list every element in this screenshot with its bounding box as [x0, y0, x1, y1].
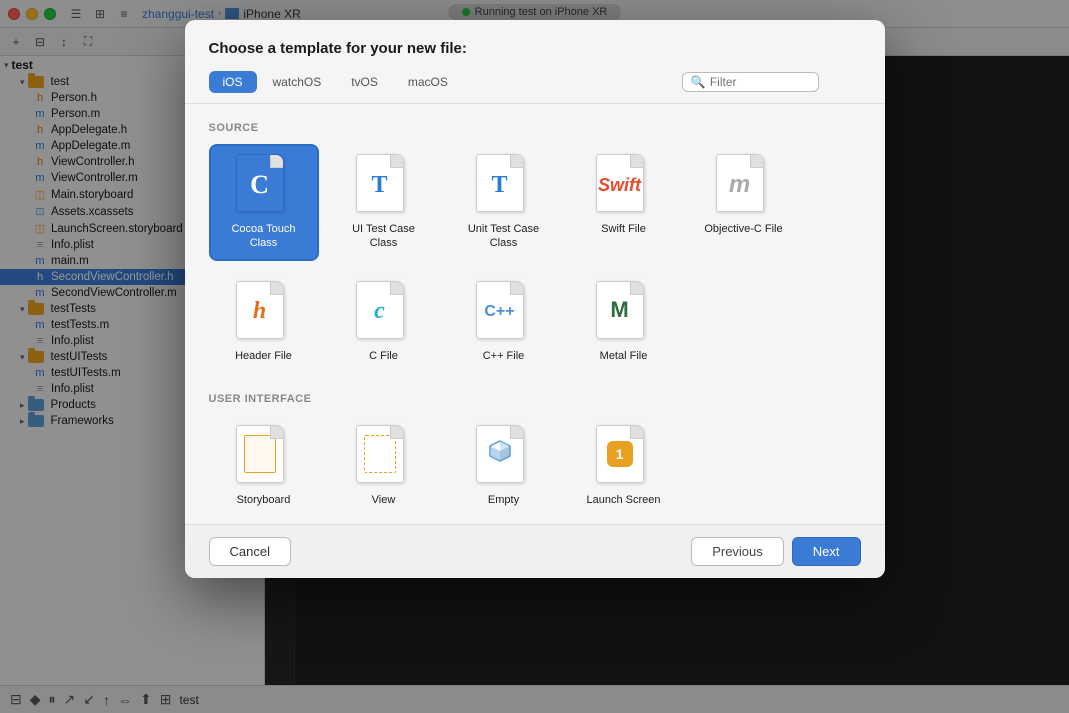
template-header[interactable]: h Header File [209, 271, 319, 373]
search-icon: 🔍 [691, 75, 706, 89]
template-empty[interactable]: Empty [449, 415, 559, 517]
previous-button[interactable]: Previous [691, 537, 784, 566]
ui-template-grid: Storyboard View [209, 415, 861, 517]
filter-box: 🔍 [682, 72, 819, 92]
ui-test-icon: T [356, 154, 412, 216]
template-name-c: C File [369, 349, 398, 363]
template-cocoa-touch[interactable]: C Cocoa Touch Class [209, 144, 319, 261]
template-name-ui-test: UI Test Case Class [339, 222, 429, 251]
ui-section-label: User Interface [209, 393, 861, 405]
objc-icon: m [716, 154, 772, 216]
template-view[interactable]: View [329, 415, 439, 517]
tab-ios[interactable]: iOS [209, 71, 257, 93]
empty-template-icon [476, 425, 532, 487]
header-icon: h [236, 281, 292, 343]
metal-icon: M [596, 281, 652, 343]
template-storyboard[interactable]: Storyboard [209, 415, 319, 517]
template-unit-test[interactable]: T Unit Test Case Class [449, 144, 559, 261]
new-file-modal: Choose a template for your new file: iOS… [185, 20, 885, 578]
template-swift[interactable]: Swift Swift File [569, 144, 679, 261]
template-name-objc: Objective-C File [704, 222, 782, 236]
modal-title: Choose a template for your new file: [209, 40, 861, 57]
next-button[interactable]: Next [792, 537, 861, 566]
modal-footer: Cancel Previous Next [185, 524, 885, 578]
template-name-cpp: C++ File [483, 349, 525, 363]
filter-input[interactable] [710, 75, 810, 89]
modal-header: Choose a template for your new file: iOS… [185, 20, 885, 104]
source-section-label: Source [209, 122, 861, 134]
modal-body: Source C Cocoa Touch Class T [185, 104, 885, 524]
template-name-empty: Empty [488, 493, 519, 507]
launch-template-icon: 1 [596, 425, 652, 487]
template-ui-test[interactable]: T UI Test Case Class [329, 144, 439, 261]
template-name-swift: Swift File [601, 222, 646, 236]
tab-watchos[interactable]: watchOS [259, 71, 336, 93]
template-name-view: View [372, 493, 396, 507]
template-objc[interactable]: m Objective-C File [689, 144, 799, 261]
template-cpp[interactable]: C++ C++ File [449, 271, 559, 373]
tab-macos[interactable]: macOS [394, 71, 462, 93]
template-name-cocoa-touch: Cocoa Touch Class [219, 222, 309, 251]
c-icon: c [356, 281, 412, 343]
tab-tvos[interactable]: tvOS [337, 71, 392, 93]
unit-test-icon: T [476, 154, 532, 216]
template-name-storyboard: Storyboard [237, 493, 291, 507]
modal-overlay: Choose a template for your new file: iOS… [0, 0, 1069, 713]
template-metal[interactable]: M Metal File [569, 271, 679, 373]
view-template-icon [356, 425, 412, 487]
swift-icon: Swift [596, 154, 652, 216]
cpp-icon: C++ [476, 281, 532, 343]
tab-bar-area: iOS watchOS tvOS macOS 🔍 [209, 71, 861, 93]
template-name-unit-test: Unit Test Case Class [459, 222, 549, 251]
storyboard-template-icon [236, 425, 292, 487]
template-launch-screen[interactable]: 1 Launch Screen [569, 415, 679, 517]
template-name-metal: Metal File [600, 349, 648, 363]
cancel-button[interactable]: Cancel [209, 537, 291, 566]
template-name-header: Header File [235, 349, 292, 363]
template-c[interactable]: c C File [329, 271, 439, 373]
source-template-grid: C Cocoa Touch Class T UI Test Case Class [209, 144, 861, 373]
template-name-launch-screen: Launch Screen [587, 493, 661, 507]
tab-bar: iOS watchOS tvOS macOS [209, 71, 462, 93]
cocoa-touch-icon: C [236, 154, 292, 216]
